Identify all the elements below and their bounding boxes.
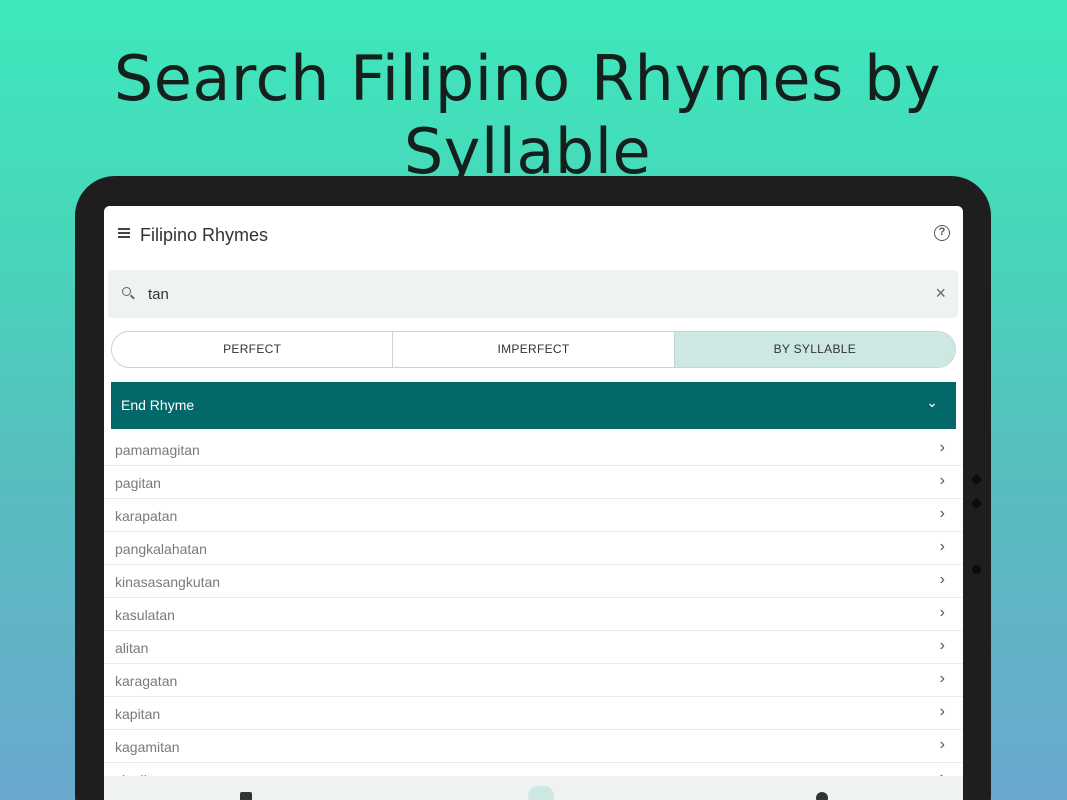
clear-icon[interactable]: × — [935, 283, 946, 303]
chevron-right-icon: › — [939, 538, 945, 555]
list-item[interactable]: pagitan › — [104, 466, 963, 499]
app-screen: Filipino Rhymes ? × PERFECT IMPERFECT BY… — [104, 206, 963, 800]
bookmark-icon[interactable] — [240, 792, 252, 800]
tablet-sensor-2 — [972, 565, 981, 574]
app-title: Filipino Rhymes — [140, 225, 269, 245]
chevron-down-icon: ⌄ — [926, 394, 938, 410]
chevron-right-icon: › — [939, 703, 945, 720]
tab-by-syllable[interactable]: BY SYLLABLE — [673, 332, 955, 367]
help-icon[interactable]: ? — [934, 225, 950, 241]
list-item[interactable]: pangkalahatan › — [104, 532, 963, 565]
account-icon[interactable] — [816, 792, 828, 800]
menu-icon[interactable] — [118, 228, 130, 238]
chevron-right-icon: › — [939, 637, 945, 654]
list-item-label: pangkalahatan — [115, 541, 207, 557]
list-item[interactable]: pamamagitan › — [104, 433, 963, 466]
list-item-label: kinasasangkutan — [115, 574, 221, 590]
list-item-label: alitan — [115, 640, 149, 656]
chevron-right-icon: › — [939, 505, 945, 522]
list-item-label: kasulatan — [115, 607, 175, 623]
search-icon — [122, 287, 135, 300]
section-title: End Rhyme — [121, 397, 195, 413]
results-list: pamamagitan › pagitan › karapatan › pangkal… — [104, 433, 963, 796]
chevron-right-icon: › — [939, 472, 945, 489]
tab-perfect[interactable]: PERFECT — [112, 332, 392, 367]
list-item[interactable]: kasulatan › — [104, 598, 963, 631]
list-item[interactable]: kagamitan › — [104, 730, 963, 763]
chevron-right-icon: › — [939, 439, 945, 456]
chevron-right-icon: › — [939, 604, 945, 621]
bottom-navigation — [104, 776, 963, 800]
edit-icon[interactable] — [528, 786, 554, 800]
rhyme-type-tabs: PERFECT IMPERFECT BY SYLLABLE — [111, 331, 956, 368]
promo-headline: Search Filipino Rhymes by Syllable — [113, 42, 942, 188]
list-item[interactable]: kapitan › — [104, 697, 963, 730]
end-rhyme-section-header[interactable]: End Rhyme ⌄ — [111, 382, 956, 429]
app-bar: Filipino Rhymes ? — [104, 206, 963, 262]
list-item-label: kagamitan — [115, 739, 180, 755]
list-item-label: pagitan — [115, 475, 161, 491]
list-item-label: karapatan — [115, 508, 178, 524]
list-item[interactable]: alitan › — [104, 631, 963, 664]
chevron-right-icon: › — [939, 670, 945, 687]
tablet-sensor — [972, 499, 981, 508]
list-item[interactable]: karapatan › — [104, 499, 963, 532]
chevron-right-icon: › — [939, 736, 945, 753]
chevron-right-icon: › — [939, 571, 945, 588]
search-bar[interactable]: × — [108, 270, 958, 318]
tablet-camera — [972, 475, 981, 484]
search-input[interactable] — [148, 282, 908, 306]
list-item[interactable]: kinasasangkutan › — [104, 565, 963, 598]
tab-imperfect[interactable]: IMPERFECT — [392, 332, 673, 367]
list-item-label: kapitan — [115, 706, 161, 722]
list-item[interactable]: karagatan › — [104, 664, 963, 697]
list-item-label: pamamagitan — [115, 442, 200, 458]
list-item-label: karagatan — [115, 673, 178, 689]
